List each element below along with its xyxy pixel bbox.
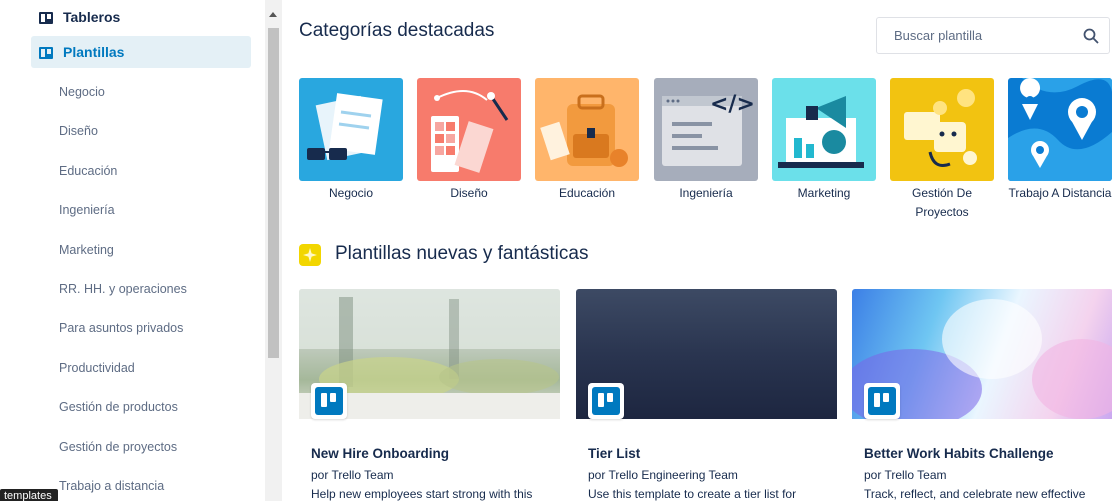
sidebar-item-boards[interactable]: Tableros	[31, 1, 251, 33]
scroll-up-arrow-icon[interactable]	[269, 12, 277, 17]
template-author: por Trello Engineering Team	[588, 468, 738, 482]
marketing-illustration	[772, 78, 876, 181]
scrollbar-thumb[interactable]	[268, 28, 279, 358]
category-tile-design[interactable]: Diseño	[417, 78, 521, 203]
search-input[interactable]: Buscar plantilla	[876, 17, 1110, 54]
category-label: Trabajo A Distancia	[1008, 186, 1112, 200]
category-label: Educación	[558, 186, 616, 200]
template-author: por Trello Team	[311, 468, 394, 482]
sidebar-item-label: Tableros	[63, 9, 121, 25]
trello-logo-icon	[588, 383, 624, 419]
sidebar-category-remote-work[interactable]: Trabajo a distancia	[59, 479, 164, 493]
trello-logo-icon	[311, 383, 347, 419]
category-tile-remote-work[interactable]: Trabajo A Distancia	[1008, 78, 1112, 203]
category-label: Gestión De Proyectos	[911, 186, 973, 219]
sidebar-category-education[interactable]: Educación	[59, 164, 117, 178]
sidebar-category-design[interactable]: Diseño	[59, 124, 98, 138]
sidebar-category-product-mgmt[interactable]: Gestión de productos	[59, 400, 178, 414]
template-card-tier-list[interactable]: Tier List por Trello Engineering Team Us…	[576, 289, 837, 501]
category-label: Ingeniería	[679, 186, 733, 200]
remote-work-illustration	[1008, 78, 1112, 181]
templates-icon	[39, 46, 53, 59]
template-card-new-hire[interactable]: New Hire Onboarding por Trello Team Help…	[299, 289, 560, 501]
search-placeholder: Buscar plantilla	[894, 28, 983, 43]
template-author: por Trello Team	[864, 468, 947, 482]
template-name[interactable]: New Hire Onboarding	[311, 446, 449, 461]
design-illustration	[417, 78, 521, 181]
template-description: Track, reflect, and celebrate new effect…	[864, 487, 1086, 501]
sidebar: Tableros Plantillas Negocio Diseño Educa…	[0, 0, 265, 501]
tooltip: templates	[0, 489, 58, 501]
category-tile-project-mgmt[interactable]: Gestión De Proyectos	[890, 78, 994, 222]
sidebar-category-productivity[interactable]: Productividad	[59, 361, 135, 375]
featured-categories-title: Categorías destacadas	[299, 20, 495, 41]
business-illustration	[299, 78, 403, 181]
category-label: Marketing	[797, 186, 851, 200]
sidebar-item-label: Plantillas	[63, 44, 125, 60]
search-icon[interactable]	[1083, 28, 1099, 44]
sidebar-category-engineering[interactable]: Ingeniería	[59, 203, 115, 217]
sidebar-category-personal[interactable]: Para asuntos privados	[59, 321, 183, 335]
boards-icon	[39, 11, 53, 24]
sidebar-category-hr-ops[interactable]: RR. HH. y operaciones	[59, 282, 187, 296]
template-card-work-habits[interactable]: Better Work Habits Challenge por Trello …	[852, 289, 1112, 501]
category-tile-engineering[interactable]: </> Ingeniería	[654, 78, 758, 203]
category-label: Negocio	[328, 186, 374, 200]
project-mgmt-illustration	[890, 78, 994, 181]
svg-text:</>: </>	[710, 92, 755, 117]
sidebar-item-templates[interactable]: Plantillas	[31, 36, 251, 68]
template-name[interactable]: Better Work Habits Challenge	[864, 446, 1054, 461]
template-name[interactable]: Tier List	[588, 446, 640, 461]
engineering-illustration: </>	[654, 78, 758, 181]
category-tile-marketing[interactable]: Marketing	[772, 78, 876, 203]
category-tile-education[interactable]: Educación	[535, 78, 639, 203]
sparkle-icon	[299, 244, 321, 266]
template-description: Use this template to create a tier list …	[588, 487, 797, 501]
category-label: Diseño	[450, 186, 488, 200]
category-tile-business[interactable]: Negocio	[299, 78, 403, 203]
education-illustration	[535, 78, 639, 181]
template-description: Help new employees start strong with thi…	[311, 487, 533, 501]
sidebar-scrollbar[interactable]	[265, 0, 282, 501]
sidebar-category-marketing[interactable]: Marketing	[59, 243, 114, 257]
sidebar-category-business[interactable]: Negocio	[59, 85, 105, 99]
sidebar-category-project-mgmt[interactable]: Gestión de proyectos	[59, 440, 177, 454]
new-templates-title: Plantillas nuevas y fantásticas	[335, 243, 589, 264]
trello-logo-icon	[864, 383, 900, 419]
